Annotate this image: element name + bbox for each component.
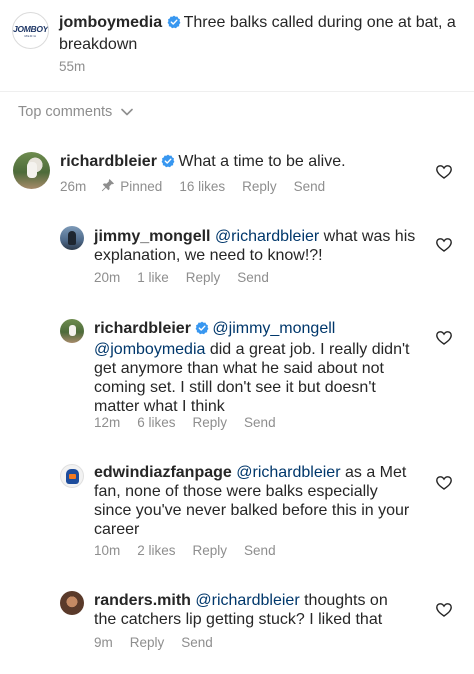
comment-time: 12m (94, 415, 121, 430)
comment-time: 26m (60, 179, 87, 194)
comment-time: 9m (94, 635, 113, 650)
heart-icon[interactable] (436, 238, 452, 252)
reply-button[interactable]: Reply (130, 635, 165, 650)
post-caption: jomboymedia Three balks called during on… (59, 13, 464, 55)
comment-body-line: fan, none of those were balks especially (94, 483, 378, 500)
send-button[interactable]: Send (244, 415, 276, 430)
comment-text: richardbleier What a time to be alive. (60, 152, 346, 173)
comment-username[interactable]: randers.mith (94, 592, 191, 609)
comment-body-line: thoughts on (299, 592, 388, 609)
comment-username[interactable]: edwindiazfanpage (94, 464, 232, 481)
reply-button[interactable]: Reply (193, 415, 228, 430)
comment-time: 20m (94, 270, 121, 285)
mention-link[interactable]: @jomboymedia (94, 341, 205, 358)
commenter-avatar[interactable] (60, 226, 84, 250)
send-button[interactable]: Send (244, 543, 276, 558)
top-comments-sort[interactable]: Top comments (18, 104, 134, 120)
post-username[interactable]: jomboymedia (59, 14, 162, 31)
jomboy-avatar[interactable]: JOMBOY MEDIA (12, 12, 49, 49)
comment-username[interactable]: richardbleier (60, 153, 157, 170)
post-time: 55m (59, 59, 86, 74)
heart-icon[interactable] (436, 331, 452, 345)
commenter-avatar[interactable] (60, 464, 84, 488)
logo-text: JOMBOY (12, 23, 49, 34)
send-button[interactable]: Send (237, 270, 269, 285)
mention-link[interactable]: @richardbleier (215, 228, 319, 245)
mention-link[interactable]: @jimmy_mongell (212, 320, 335, 337)
comment-body-line: career (94, 521, 140, 538)
comment-text: randers.mith @richardbleier thoughts on … (94, 591, 464, 629)
commenter-avatar[interactable] (60, 591, 84, 615)
pitcher-figure (27, 162, 37, 178)
comment-likes[interactable]: 1 like (137, 270, 169, 285)
comment-username[interactable]: jimmy_mongell (94, 228, 210, 245)
verified-badge-icon (167, 15, 181, 35)
comment-body-line: explanation, we need to know!?! (94, 247, 323, 264)
mention-link[interactable]: @richardbleier (236, 464, 340, 481)
reply-button[interactable]: Reply (186, 270, 221, 285)
heart-icon[interactable] (436, 165, 452, 179)
verified-badge-icon (195, 321, 209, 340)
heart-icon[interactable] (436, 476, 452, 490)
person-figure (68, 231, 76, 245)
pin-icon (101, 178, 115, 195)
commenter-avatar[interactable] (13, 152, 50, 189)
comment-body-line: get anymore than what he said about not (94, 360, 384, 377)
comment-meta: 12m 6 likes Reply Send (94, 415, 276, 430)
comment-body-line: the catchers lip getting stuck? I liked … (94, 611, 383, 628)
sort-label: Top comments (18, 104, 113, 120)
comment-text: jimmy_mongell @richardbleier what was hi… (94, 227, 415, 265)
pinned-label: Pinned (120, 179, 163, 194)
comment-username[interactable]: richardbleier (94, 320, 191, 337)
comment-body-line: coming set. I still don't see it but doe… (94, 379, 376, 396)
commenter-avatar[interactable] (60, 319, 84, 343)
comment-meta: 26m Pinned 16 likes Reply Send (60, 178, 325, 195)
comment-body-line: matter what I think (94, 398, 225, 415)
comment-likes[interactable]: 6 likes (137, 415, 175, 430)
pitcher-figure (69, 325, 76, 336)
comment-time: 10m (94, 543, 121, 558)
reply-button[interactable]: Reply (193, 543, 228, 558)
comment-likes[interactable]: 2 likes (137, 543, 175, 558)
comment-body-line: what was his (319, 228, 416, 245)
send-button[interactable]: Send (294, 179, 326, 194)
comment-body: What a time to be alive. (178, 153, 346, 170)
heart-icon[interactable] (436, 603, 452, 617)
send-button[interactable]: Send (181, 635, 213, 650)
chevron-down-icon (121, 104, 134, 120)
comment-meta: 9m Reply Send (94, 635, 213, 650)
comment-body-line: did a great job. I really didn't (205, 341, 410, 358)
comment-body-line: since you've never balked before this in… (94, 502, 410, 519)
header-divider (0, 91, 474, 92)
comment-body-line: as a Met (340, 464, 407, 481)
verified-badge-icon (161, 154, 175, 173)
comment-text: edwindiazfanpage @richardbleier as a Met… (94, 463, 464, 539)
comment-likes[interactable]: 16 likes (179, 179, 225, 194)
comment-text: richardbleier @jimmy_mongell @jomboymedi… (94, 319, 464, 416)
logo-subtext: MEDIA (24, 33, 37, 38)
mention-link[interactable]: @richardbleier (195, 592, 299, 609)
comment-meta: 10m 2 likes Reply Send (94, 543, 276, 558)
reply-button[interactable]: Reply (242, 179, 277, 194)
jersey-number (69, 474, 76, 479)
comment-meta: 20m 1 like Reply Send (94, 270, 269, 285)
